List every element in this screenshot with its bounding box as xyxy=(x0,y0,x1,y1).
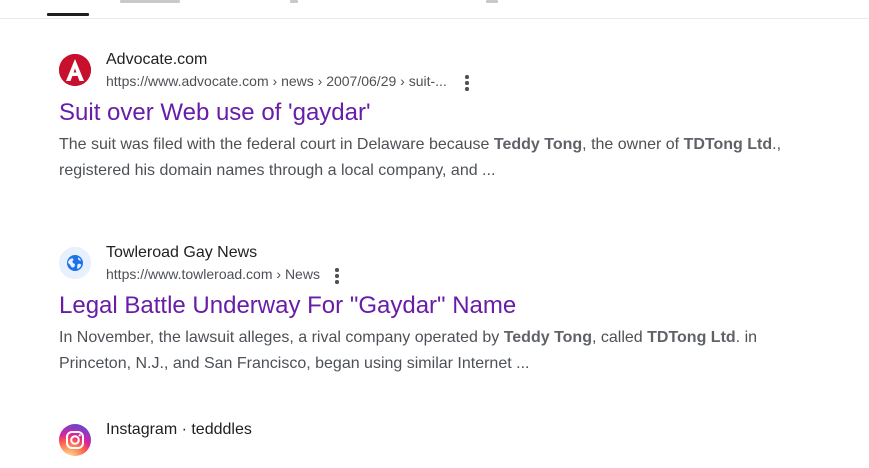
search-result: Instagram · tedddles xyxy=(59,421,819,468)
tab-label-clipped[interactable] xyxy=(120,0,180,3)
snippet-text: , called xyxy=(591,329,648,346)
result-snippet: In November, the lawsuit alleges, a riva… xyxy=(59,325,799,377)
active-tab-indicator xyxy=(47,13,89,16)
instagram-icon xyxy=(59,424,91,456)
advocate-a-logo-icon xyxy=(59,54,91,86)
result-site-row[interactable]: Instagram · tedddles xyxy=(59,421,819,468)
snippet-text: The suit was filed with the federal cour… xyxy=(59,136,494,153)
result-site-row[interactable]: Towleroad Gay News https://www.towleroad… xyxy=(59,244,819,291)
result-snippet: The suit was filed with the federal cour… xyxy=(59,132,799,184)
more-options-icon[interactable] xyxy=(465,75,469,91)
snippet-highlight: TDTong Ltd xyxy=(647,329,736,346)
search-result: Towleroad Gay News https://www.towleroad… xyxy=(59,244,819,377)
snippet-text: , the owner of xyxy=(582,136,684,153)
tab-label-clipped[interactable] xyxy=(290,0,298,3)
result-site-name[interactable]: Advocate.com xyxy=(106,51,207,69)
result-site-row[interactable]: Advocate.com https://www.advocate.com › … xyxy=(59,51,819,98)
result-title-link[interactable]: Suit over Web use of 'gaydar' xyxy=(59,98,819,128)
snippet-text: In November, the lawsuit alleges, a riva… xyxy=(59,329,504,346)
snippet-highlight: Teddy Tong xyxy=(503,329,592,346)
snippet-highlight: Teddy Tong xyxy=(493,136,583,153)
result-title-link[interactable]: Legal Battle Underway For "Gaydar" Name xyxy=(59,291,819,321)
tab-label-clipped[interactable] xyxy=(486,0,498,3)
result-site-name[interactable]: Towleroad Gay News xyxy=(106,244,257,262)
result-url[interactable]: https://www.towleroad.com › News xyxy=(106,266,320,282)
result-url[interactable]: https://www.advocate.com › news › 2007/0… xyxy=(106,73,447,89)
more-options-icon[interactable] xyxy=(335,268,339,284)
snippet-highlight: TDTong Ltd xyxy=(683,136,773,153)
search-result: Advocate.com https://www.advocate.com › … xyxy=(59,51,819,184)
globe-icon xyxy=(59,247,91,279)
result-site-name[interactable]: Instagram · tedddles xyxy=(106,421,252,439)
search-tabs-bar xyxy=(0,0,869,19)
